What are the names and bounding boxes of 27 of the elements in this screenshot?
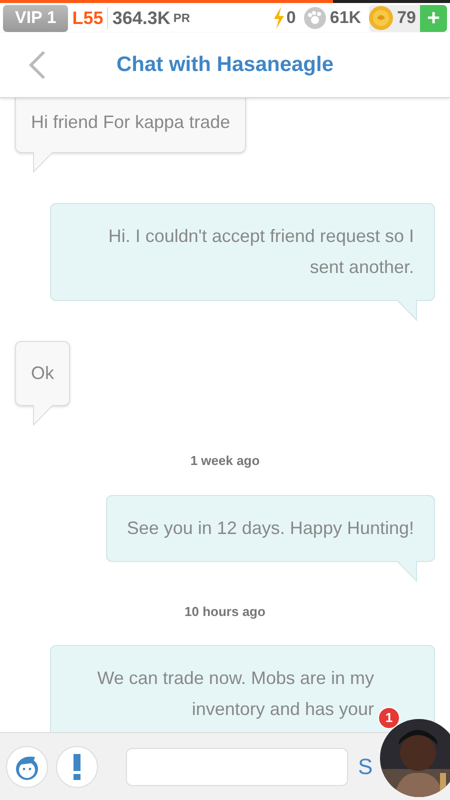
incoming-message: Hi friend For kappa trade — [15, 98, 246, 153]
send-button[interactable]: S — [358, 750, 373, 783]
power-unit: PR — [173, 10, 190, 27]
outgoing-message: See you in 12 days. Happy Hunting! — [106, 494, 435, 562]
bubble-tail — [395, 560, 417, 582]
lightning-icon — [273, 7, 286, 29]
timestamp: 1 week ago — [190, 452, 260, 470]
vip-badge[interactable]: VIP 1 — [3, 4, 68, 32]
incoming-message: Ok — [15, 341, 70, 406]
coin-value: 79 — [397, 7, 416, 30]
bubble-tail — [395, 300, 417, 321]
chat-title: Chat with Hasaneagle — [116, 52, 334, 78]
avatar-button[interactable] — [6, 746, 48, 788]
timestamp: 10 hours ago — [184, 602, 266, 621]
outgoing-message: Hi. I couldn't accept friend request so I sent another. — [50, 203, 435, 301]
message-input[interactable] — [126, 748, 348, 786]
add-coins-button[interactable]: + — [420, 4, 447, 32]
power-value: 364.3K — [112, 6, 170, 30]
report-button[interactable] — [56, 746, 98, 788]
player-level: L55 — [72, 6, 104, 30]
coin-icon — [369, 6, 394, 30]
bubble-tail — [33, 152, 55, 173]
bubble-tail — [33, 405, 55, 426]
paw-icon — [304, 7, 326, 29]
food-value: 61K — [330, 7, 362, 30]
energy-value: 0 — [286, 7, 296, 30]
exclamation-icon — [73, 754, 81, 780]
